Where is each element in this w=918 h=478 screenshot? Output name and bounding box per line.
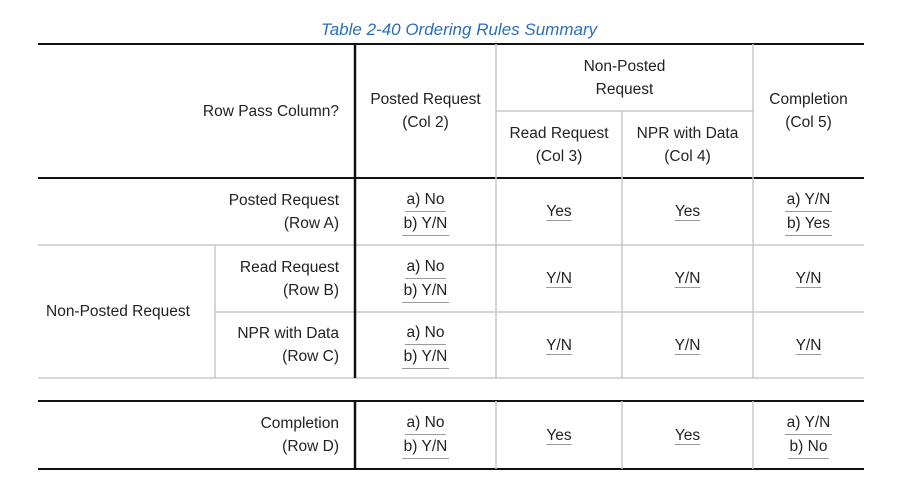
row-c-col4: Y/N — [674, 336, 701, 354]
row-c-col5: Y/N — [795, 336, 822, 354]
header-col2: Posted Request (Col 2) — [370, 91, 481, 131]
header-col4: NPR with Data (Col 4) — [636, 124, 739, 165]
row-b-col4: Y/N — [674, 270, 701, 287]
row-a-label: Posted Request (Row A) — [228, 191, 339, 232]
row-d-col5: a) Y/N b) No — [753, 401, 864, 469]
row-b-col3: Y/N — [546, 270, 572, 287]
row-a-col4: Yes — [674, 203, 701, 220]
row-d-col2: a) No b) Y/N — [355, 401, 496, 469]
header-col5: Completion (Col 5) — [769, 91, 848, 131]
row-d-col3: Yes — [546, 426, 572, 444]
header-nonposted-group: Non-Posted Request — [583, 57, 666, 98]
row-a-col2: a) No b) Y/N — [355, 178, 496, 245]
row-b-label: Read Request (Row B) — [239, 258, 339, 299]
row-a-col3: Yes — [546, 203, 572, 220]
row-group-nonposted: Non-Posted Request — [46, 303, 190, 320]
row-c-label: NPR with Data (Row C) — [237, 325, 339, 365]
row-d-label: Completion (Row D) — [260, 415, 339, 455]
row-b-col2: a) No b) Y/N — [355, 245, 496, 312]
row-b-col5: Y/N — [795, 270, 822, 287]
row-d-col4: Yes — [674, 426, 701, 444]
row-a-col5: a) Y/N b) Yes — [753, 178, 864, 245]
header-col3: Read Request (Col 3) — [509, 124, 609, 165]
row-c-col2: a) No b) Y/N — [355, 312, 496, 378]
row-c-col3: Y/N — [546, 336, 572, 354]
header-corner: Row Pass Column? — [202, 102, 339, 120]
